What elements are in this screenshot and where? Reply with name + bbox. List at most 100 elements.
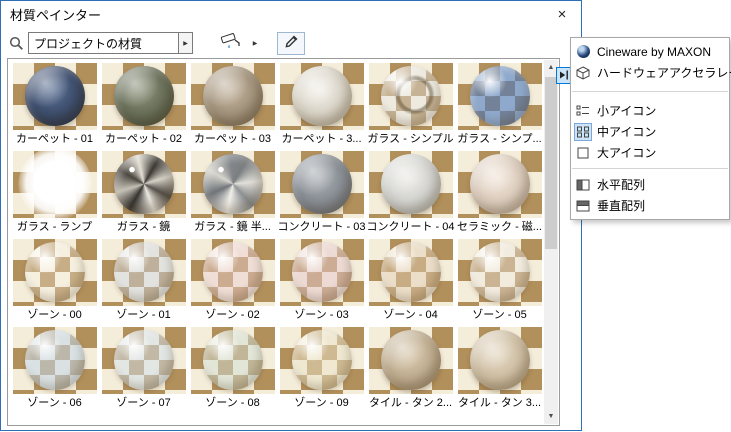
material-item[interactable]: ガラス - 鏡 半... bbox=[188, 149, 277, 237]
material-thumbnail[interactable] bbox=[190, 239, 275, 306]
material-thumbnail[interactable] bbox=[101, 63, 186, 130]
material-item[interactable]: ゾーン - 01 bbox=[99, 237, 188, 325]
material-item[interactable]: ガラス - 鏡 bbox=[99, 149, 188, 237]
search-icon bbox=[9, 36, 24, 51]
context-menu: Cineware by MAXON ハードウェアアクセラレーション 小アイコン … bbox=[570, 37, 731, 220]
material-label: コンクリート - 03 bbox=[277, 221, 366, 233]
material-thumbnail[interactable] bbox=[368, 327, 453, 394]
material-item[interactable]: タイル - タン 3... bbox=[455, 325, 544, 413]
menu-item-small-icons[interactable]: 小アイコン bbox=[571, 100, 729, 121]
scrollbar-down-icon[interactable]: ▼ bbox=[544, 409, 558, 424]
material-item[interactable]: ゾーン - 05 bbox=[455, 237, 544, 325]
material-thumbnail[interactable] bbox=[101, 327, 186, 394]
material-thumbnail[interactable] bbox=[368, 151, 453, 218]
material-item[interactable]: ゾーン - 03 bbox=[277, 237, 366, 325]
menu-item-vertical-layout[interactable]: 垂直配列 bbox=[571, 195, 729, 216]
material-item[interactable]: ガラス - ランプ bbox=[10, 149, 99, 237]
menu-separator bbox=[572, 91, 728, 92]
material-sphere bbox=[291, 242, 352, 302]
material-sphere bbox=[469, 242, 530, 302]
menu-item-large-icons[interactable]: 大アイコン bbox=[571, 142, 729, 163]
scrollbar-thumb[interactable] bbox=[545, 77, 557, 249]
material-item[interactable]: ゾーン - 00 bbox=[10, 237, 99, 325]
vertical-layout-icon bbox=[574, 197, 592, 215]
toolbar: ▶ ▶ bbox=[1, 28, 581, 84]
material-sphere bbox=[24, 330, 85, 390]
eyedropper-button[interactable] bbox=[277, 31, 305, 55]
material-label: カーペット - 02 bbox=[104, 133, 182, 145]
material-item[interactable]: カーペット - 3... bbox=[277, 61, 366, 149]
material-thumbnail[interactable] bbox=[279, 239, 364, 306]
material-item[interactable]: タイル - タン 2... bbox=[366, 325, 455, 413]
material-label: ゾーン - 00 bbox=[27, 309, 82, 321]
material-label: ガラス - 鏡 半... bbox=[194, 221, 271, 233]
large-icons-icon bbox=[574, 144, 592, 162]
menu-item-medium-icons[interactable]: 中アイコン bbox=[571, 121, 729, 142]
material-label: ゾーン - 03 bbox=[294, 309, 349, 321]
material-sphere bbox=[113, 66, 174, 126]
material-sphere bbox=[469, 330, 530, 390]
material-item[interactable]: ゾーン - 09 bbox=[277, 325, 366, 413]
vertical-scrollbar[interactable]: ▲ ▼ bbox=[544, 60, 558, 424]
menu-item-label: 垂直配列 bbox=[597, 199, 646, 213]
material-item[interactable]: ガラス - シンプ... bbox=[455, 61, 544, 149]
material-thumbnail[interactable] bbox=[101, 151, 186, 218]
material-item[interactable]: カーペット - 03 bbox=[188, 61, 277, 149]
material-sphere bbox=[202, 242, 263, 302]
material-thumbnail[interactable] bbox=[279, 63, 364, 130]
material-item[interactable]: ゾーン - 04 bbox=[366, 237, 455, 325]
menu-item-label: 大アイコン bbox=[597, 146, 657, 160]
window-title: 材質ペインター bbox=[10, 8, 102, 23]
menu-item-hardware-acceleration[interactable]: ハードウェアアクセラレーション bbox=[571, 62, 731, 83]
material-thumbnail[interactable] bbox=[368, 63, 453, 130]
material-item[interactable]: ゾーン - 06 bbox=[10, 325, 99, 413]
material-item[interactable]: セラミック - 磁... bbox=[455, 149, 544, 237]
material-thumbnail[interactable] bbox=[279, 327, 364, 394]
material-item[interactable]: カーペット - 02 bbox=[99, 61, 188, 149]
material-sphere bbox=[202, 66, 263, 126]
material-sphere bbox=[113, 242, 174, 302]
material-label: ゾーン - 04 bbox=[383, 309, 438, 321]
material-item[interactable]: ゾーン - 02 bbox=[188, 237, 277, 325]
material-label: カーペット - 03 bbox=[193, 133, 271, 145]
menu-item-label: 中アイコン bbox=[597, 125, 657, 139]
material-sphere bbox=[291, 330, 352, 390]
paint-material-button[interactable] bbox=[215, 31, 249, 55]
material-thumbnail[interactable] bbox=[12, 151, 97, 218]
material-thumbnail[interactable] bbox=[457, 239, 542, 306]
material-sphere bbox=[24, 242, 85, 302]
menu-item-horizontal-layout[interactable]: 水平配列 bbox=[571, 174, 729, 195]
material-item[interactable]: ガラス - シンプル bbox=[366, 61, 455, 149]
material-thumbnail[interactable] bbox=[457, 327, 542, 394]
material-thumbnail[interactable] bbox=[279, 151, 364, 218]
material-sphere bbox=[113, 154, 174, 214]
material-label: ゾーン - 09 bbox=[294, 397, 349, 409]
material-thumbnail[interactable] bbox=[190, 327, 275, 394]
material-thumbnail[interactable] bbox=[190, 63, 275, 130]
material-label: ガラス - ランプ bbox=[16, 221, 93, 233]
material-item[interactable]: カーペット - 01 bbox=[10, 61, 99, 149]
material-thumbnail[interactable] bbox=[12, 63, 97, 130]
material-thumbnail[interactable] bbox=[12, 327, 97, 394]
paint-dropdown-button[interactable]: ▶ bbox=[249, 31, 261, 55]
material-thumbnail[interactable] bbox=[457, 63, 542, 130]
material-label: ゾーン - 08 bbox=[205, 397, 260, 409]
material-sphere bbox=[469, 66, 530, 126]
search-input[interactable] bbox=[28, 32, 178, 54]
material-thumbnail[interactable] bbox=[457, 151, 542, 218]
material-thumbnail[interactable] bbox=[101, 239, 186, 306]
material-label: ゾーン - 06 bbox=[27, 397, 82, 409]
material-thumbnail[interactable] bbox=[368, 239, 453, 306]
material-item[interactable]: ゾーン - 08 bbox=[188, 325, 277, 413]
menu-item-cineware[interactable]: Cineware by MAXON bbox=[571, 41, 729, 62]
material-item[interactable]: コンクリート - 04 bbox=[366, 149, 455, 237]
material-item[interactable]: ゾーン - 07 bbox=[99, 325, 188, 413]
material-label: コンクリート - 04 bbox=[366, 221, 455, 233]
small-icons-icon bbox=[574, 102, 592, 120]
material-item[interactable]: コンクリート - 03 bbox=[277, 149, 366, 237]
material-thumbnail[interactable] bbox=[190, 151, 275, 218]
close-button[interactable]: × bbox=[547, 3, 577, 25]
material-thumbnail[interactable] bbox=[12, 239, 97, 306]
material-sphere bbox=[202, 154, 263, 214]
search-dropdown-button[interactable]: ▶ bbox=[178, 32, 193, 54]
